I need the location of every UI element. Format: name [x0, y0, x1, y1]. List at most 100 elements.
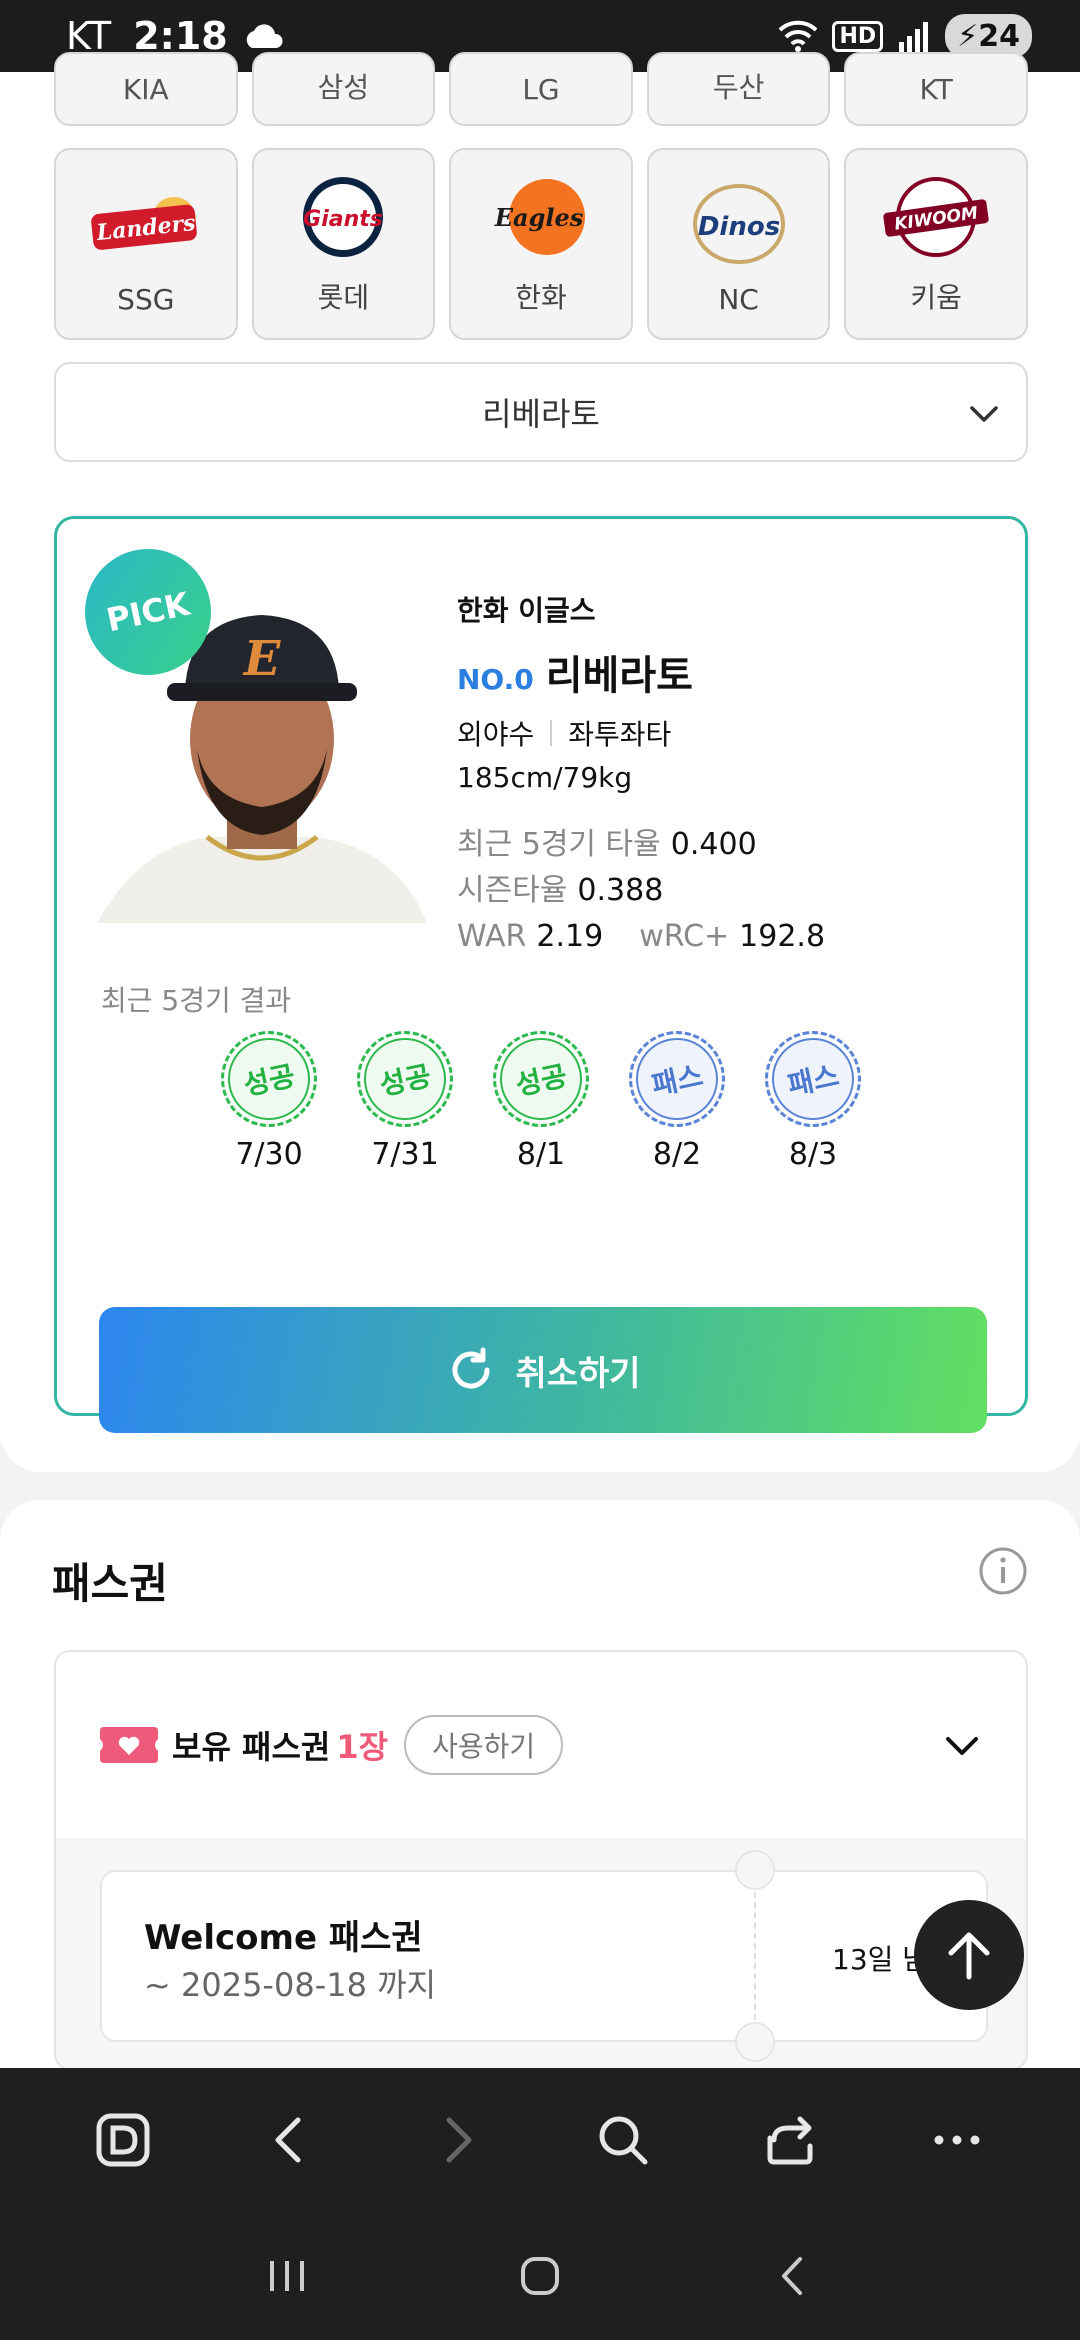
result-label: 성공: [512, 1058, 570, 1102]
result-label: 패스: [784, 1058, 842, 1102]
pass-section-title: 패스권: [52, 1559, 168, 1608]
result-label: 성공: [376, 1058, 434, 1102]
player-info: 한화 이글스 NO.0 리베라토 외야수 좌투좌타 185cm/79kg 최근 …: [457, 589, 825, 960]
hanwha-eagles-logo: Eagles: [494, 179, 585, 255]
ticket-name: Welcome 패스권: [144, 1918, 423, 1958]
player-name: 리베라토: [545, 653, 693, 699]
recent-results: 성공 7/30 성공 7/31 성공 8/1 패스 8/2 패스 8/3: [212, 1022, 870, 1172]
result-date: 7/30: [235, 1137, 303, 1172]
team-row-1: KIA 삼성 LG 두산 KT: [54, 52, 1028, 126]
signal-icon: [899, 22, 929, 52]
team-row-2: Landers SSG Giants 롯데 Eagles 한화 Dinos NC…: [54, 148, 1028, 340]
own-pass-label: 보유 패스권: [172, 1728, 331, 1766]
svg-text:E: E: [242, 631, 282, 687]
team-button-samsung[interactable]: 삼성: [251, 52, 436, 126]
team-button-kia[interactable]: KIA: [54, 52, 238, 126]
result-label: 성공: [240, 1058, 298, 1102]
pick-badge-label: PICK: [103, 584, 193, 640]
team-name: 한화: [515, 281, 567, 314]
war-label: WAR: [457, 919, 527, 954]
info-icon[interactable]: [978, 1546, 1028, 1596]
result-item: 패스 8/3: [756, 1022, 870, 1172]
forward-button[interactable]: [421, 2104, 493, 2176]
player-stats: 최근 5경기 타율 0.400 시즌타율 0.388 WAR 2.19 wRC+ 192.…: [457, 822, 825, 960]
nc-dinos-logo: Dinos: [692, 184, 785, 264]
team-name: LG: [522, 73, 560, 106]
ticket-divider: [754, 1872, 756, 2040]
arrow-up-icon: [948, 1932, 990, 1980]
team-button-lotte[interactable]: Giants 롯데: [251, 148, 436, 340]
browser-toolbar: [0, 2068, 1080, 2212]
player-select[interactable]: 리베라토: [54, 362, 1028, 462]
result-label: 패스: [648, 1058, 706, 1102]
ticket-notch: [735, 1850, 775, 1890]
team-button-kt[interactable]: KT: [844, 52, 1028, 126]
home-icon[interactable]: [515, 2251, 565, 2301]
season-avg-label: 시즌타율: [457, 873, 568, 908]
team-name: KT: [919, 73, 953, 106]
season-avg-value: 0.388: [577, 873, 664, 908]
daum-home-button[interactable]: [87, 2104, 159, 2176]
battery-level: 24: [978, 18, 1020, 54]
team-player-panel: KIA 삼성 LG 두산 KT Landers SSG Giants 롯데 Ea…: [0, 52, 1080, 1472]
team-name: 키움: [910, 281, 962, 314]
pass-box: 보유 패스권 1장 사용하기 Welcome 패스권 ~ 2025-08-18 …: [54, 1650, 1028, 2070]
ticket-notch: [735, 2022, 775, 2062]
logo-text: Giants: [304, 207, 384, 232]
back-nav-icon[interactable]: [768, 2251, 818, 2301]
success-stamp: 성공: [484, 1022, 598, 1136]
team-name: 롯데: [317, 281, 370, 314]
pass-panel: 패스권 보유 패스권 1장 사용하기 Welcome 패스권 ~ 2025-08…: [0, 1500, 1080, 2070]
team-button-kiwoom[interactable]: KIWOOM 키움: [844, 148, 1028, 340]
result-item: 성공 8/1: [484, 1022, 598, 1172]
pass-header[interactable]: 보유 패스권 1장 사용하기: [56, 1652, 1026, 1838]
system-nav-bar: [0, 2212, 1080, 2340]
scroll-to-top-button[interactable]: [914, 1900, 1024, 2010]
player-number: NO.0: [457, 663, 534, 696]
use-pass-button[interactable]: 사용하기: [404, 1715, 564, 1775]
meta-divider: [550, 720, 553, 746]
kiwoom-heroes-logo: KIWOOM: [883, 177, 989, 257]
team-button-ssg[interactable]: Landers SSG: [54, 148, 238, 340]
chevron-down-icon: [970, 406, 998, 422]
player-select-value: 리베라토: [482, 395, 600, 433]
team-name: NC: [718, 283, 759, 316]
recent-avg-value: 0.400: [670, 827, 757, 862]
chevron-down-icon[interactable]: [942, 1725, 982, 1765]
result-item: 성공 7/31: [348, 1022, 462, 1172]
pass-list: Welcome 패스권 ~ 2025-08-18 까지 13일 남: [56, 1838, 1026, 2068]
team-name: SSG: [117, 283, 175, 316]
ticket-icon: [100, 1727, 158, 1763]
search-button[interactable]: [587, 2104, 659, 2176]
team-button-nc[interactable]: Dinos NC: [646, 148, 831, 340]
team-button-hanwha[interactable]: Eagles 한화: [449, 148, 633, 340]
team-button-doosan[interactable]: 두산: [646, 52, 831, 126]
share-icon: [767, 2116, 813, 2165]
player-card: PICK E 한화 이글스 NO.0 리베라토 외야수 좌투좌타 185cm/7…: [54, 516, 1028, 1433]
result-date: 8/2: [652, 1137, 702, 1172]
war-value: 2.19: [536, 919, 604, 954]
wifi-icon: [779, 20, 818, 52]
share-button[interactable]: [754, 2104, 826, 2176]
refresh-icon: [453, 1347, 490, 1389]
success-stamp: 성공: [212, 1022, 326, 1136]
team-button-lg[interactable]: LG: [449, 52, 633, 126]
result-date: 8/3: [788, 1137, 838, 1172]
own-pass-count: 1장: [336, 1728, 389, 1766]
pass-ticket[interactable]: Welcome 패스권 ~ 2025-08-18 까지 13일 남: [100, 1850, 988, 2062]
cloud-icon: [246, 24, 283, 48]
cancel-button[interactable]: 취소하기: [99, 1307, 987, 1433]
player-team: 한화 이글스: [457, 594, 596, 627]
hd-voice-icon: HD: [832, 20, 884, 52]
recent-apps-icon[interactable]: [262, 2251, 312, 2301]
team-name: KIA: [122, 73, 169, 106]
more-icon: [934, 2135, 980, 2145]
more-button[interactable]: [921, 2104, 993, 2176]
back-button[interactable]: [254, 2104, 326, 2176]
wrc-value: 192.8: [739, 919, 826, 954]
recent-avg-label: 최근 5경기 타율: [457, 827, 661, 862]
team-name: 삼성: [317, 71, 370, 104]
daum-logo-icon: [96, 2113, 150, 2167]
player-hand: 좌투좌타: [568, 718, 672, 751]
wrc-label: wRC+: [639, 919, 730, 954]
